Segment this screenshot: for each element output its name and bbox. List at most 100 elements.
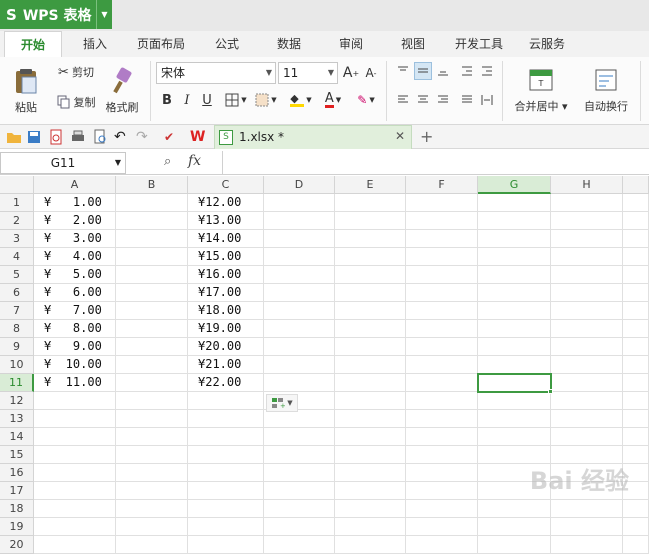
grid-cell[interactable] [551, 518, 623, 536]
align-middle-icon[interactable] [414, 62, 432, 80]
row-header[interactable]: 12 [0, 392, 34, 410]
row-header[interactable]: 18 [0, 500, 34, 518]
tab-page-layout[interactable]: 页面布局 [130, 31, 192, 57]
tab-review[interactable]: 审阅 [328, 31, 374, 57]
grid-cell[interactable] [551, 230, 623, 248]
grid-cell[interactable] [551, 338, 623, 356]
grid-cell[interactable]: ¥14.00 [188, 230, 264, 248]
fill-color-button[interactable]: ◆ ▼ [286, 89, 316, 111]
row-header[interactable]: 19 [0, 518, 34, 536]
row-header[interactable]: 10 [0, 356, 34, 374]
grid-cell[interactable] [335, 464, 406, 482]
grid-cell[interactable] [335, 428, 406, 446]
increase-font-icon[interactable]: A + [342, 62, 360, 84]
wps-home-icon[interactable]: W [190, 129, 206, 145]
grid-cell[interactable] [335, 284, 406, 302]
grid-cell[interactable] [478, 302, 551, 320]
cut-button[interactable]: ✂ 剪切 [52, 61, 100, 83]
grid-cell[interactable] [264, 230, 335, 248]
font-color-button[interactable]: A ▼ [318, 89, 348, 111]
grid-cell[interactable]: ¥20.00 [188, 338, 264, 356]
grid-cell[interactable] [264, 446, 335, 464]
grid-cell[interactable] [623, 248, 649, 266]
align-right-icon[interactable] [434, 91, 452, 109]
grid-cell[interactable] [188, 518, 264, 536]
customize-toolbar-icon[interactable]: ✔ [164, 129, 180, 145]
row-header[interactable]: 2 [0, 212, 34, 230]
grid-cell[interactable] [34, 446, 116, 464]
grid-cell[interactable] [264, 320, 335, 338]
grid-cell[interactable] [34, 500, 116, 518]
grid-cell[interactable] [116, 302, 188, 320]
row-header[interactable]: 13 [0, 410, 34, 428]
grid-cell[interactable]: ¥ 5.00 [34, 266, 116, 284]
grid-cell[interactable] [478, 356, 551, 374]
grid-cell[interactable] [116, 266, 188, 284]
grid-cell[interactable] [34, 518, 116, 536]
grid-cell[interactable]: ¥19.00 [188, 320, 264, 338]
decrease-font-icon[interactable]: A- [362, 62, 380, 84]
grid-cell[interactable]: ¥ 2.00 [34, 212, 116, 230]
grid-cell[interactable] [264, 284, 335, 302]
tab-developer[interactable]: 开发工具 [448, 31, 510, 57]
name-box[interactable]: G11 ▼ [0, 152, 126, 174]
grid-cell[interactable] [34, 536, 116, 554]
grid-cell[interactable] [478, 428, 551, 446]
grid-cell[interactable]: ¥ 9.00 [34, 338, 116, 356]
grid-cell[interactable] [335, 266, 406, 284]
grid-cell[interactable] [406, 464, 478, 482]
grid-cell[interactable] [34, 428, 116, 446]
grid-cell[interactable] [188, 428, 264, 446]
grid-cell[interactable] [478, 392, 551, 410]
grid-cell[interactable] [116, 212, 188, 230]
grid-cell[interactable] [116, 518, 188, 536]
cell-style-button[interactable]: ▼ [252, 89, 280, 111]
grid-cell[interactable] [188, 446, 264, 464]
grid-cell[interactable] [335, 392, 406, 410]
row-header[interactable]: 4 [0, 248, 34, 266]
copy-button[interactable]: 复制 [52, 91, 100, 113]
fill-handle[interactable] [548, 389, 553, 394]
tab-data[interactable]: 数据 [266, 31, 312, 57]
format-painter-button[interactable]: 格式刷 [102, 61, 142, 121]
grid-cell[interactable]: ¥ 11.00 [34, 374, 116, 392]
row-header[interactable]: 14 [0, 428, 34, 446]
grid-cell[interactable]: ¥16.00 [188, 266, 264, 284]
grid-cell[interactable] [264, 500, 335, 518]
tab-formulas[interactable]: 公式 [204, 31, 250, 57]
grid-cell[interactable] [623, 338, 649, 356]
export-pdf-icon[interactable] [48, 129, 64, 145]
grid-cell[interactable] [406, 230, 478, 248]
grid-cell[interactable] [116, 482, 188, 500]
tab-insert[interactable]: 插入 [70, 31, 120, 57]
grid-cell[interactable] [116, 320, 188, 338]
column-header-e[interactable]: E [335, 176, 406, 194]
grid-cell[interactable] [335, 482, 406, 500]
grid-cell[interactable] [335, 302, 406, 320]
grid-cell[interactable] [478, 230, 551, 248]
grid-cell[interactable] [406, 392, 478, 410]
grid-cell[interactable]: ¥13.00 [188, 212, 264, 230]
align-top-icon[interactable] [394, 62, 412, 80]
grid-cell[interactable] [188, 500, 264, 518]
grid-cell[interactable] [551, 374, 623, 392]
grid-cell[interactable] [335, 356, 406, 374]
grid-cell[interactable] [335, 536, 406, 554]
grid-cell[interactable] [551, 500, 623, 518]
row-header[interactable]: 11 [0, 374, 34, 392]
zoom-search-icon[interactable]: ⌕ [164, 154, 171, 169]
grid-cell[interactable] [551, 356, 623, 374]
grid-cell[interactable] [264, 302, 335, 320]
column-header-d[interactable]: D [264, 176, 335, 194]
formula-input[interactable] [222, 151, 649, 175]
grid-cell[interactable]: ¥ 7.00 [34, 302, 116, 320]
row-header[interactable]: 3 [0, 230, 34, 248]
grid-cell[interactable] [264, 356, 335, 374]
grid-cell[interactable] [116, 230, 188, 248]
column-header-i[interactable] [623, 176, 649, 194]
document-tab[interactable]: S 1.xlsx * ✕ [214, 125, 412, 149]
justify-icon[interactable] [458, 91, 476, 109]
select-all-corner[interactable] [0, 176, 34, 194]
grid-cell[interactable] [406, 248, 478, 266]
merge-center-button[interactable]: T 合并居中 ▾ [508, 61, 574, 121]
